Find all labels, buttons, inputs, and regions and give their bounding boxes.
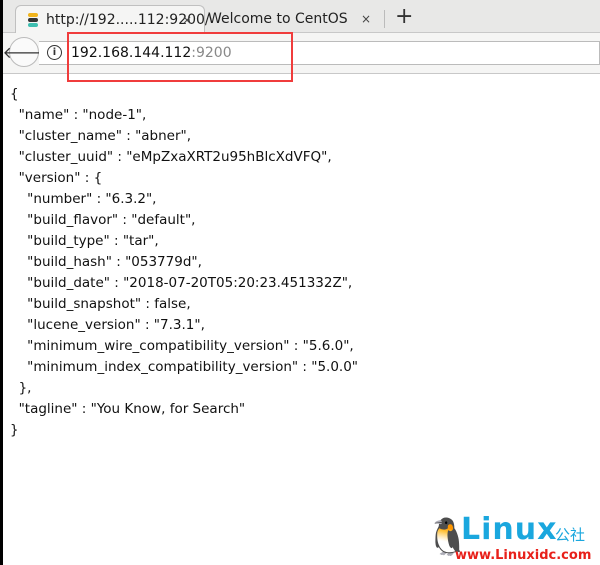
- json-line: }: [10, 422, 19, 438]
- highlight-annotation: [67, 32, 293, 82]
- json-line: "lucene_version" : "7.3.1",: [10, 317, 205, 333]
- json-line: "minimum_wire_compatibility_version" : "…: [10, 338, 354, 354]
- watermark-logo: 🐧 Linux 公社 www.Linuxidc.com: [425, 512, 600, 565]
- json-line: },: [10, 380, 32, 396]
- watermark-url: www.Linuxidc.com: [455, 548, 592, 563]
- json-line: {: [10, 86, 19, 102]
- json-line: "name" : "node-1",: [10, 107, 147, 123]
- tab-centos[interactable]: Welcome to CentOS ×: [208, 5, 383, 33]
- watermark-brand: Linux: [461, 512, 558, 547]
- elastic-favicon-icon: [28, 12, 38, 27]
- json-line: "build_snapshot" : false,: [10, 296, 191, 312]
- json-line: "build_flavor" : "default",: [10, 212, 196, 228]
- tab-bar: http://192.....112:9200/ × Welcome to Ce…: [3, 0, 600, 33]
- json-line: "version" : {: [10, 170, 103, 186]
- json-line: "cluster_uuid" : "eMpZxaXRT2u95hBlcXdVFQ…: [10, 149, 332, 165]
- new-tab-button[interactable]: +: [395, 4, 413, 29]
- json-response: { "name" : "node-1", "cluster_name" : "a…: [10, 84, 358, 441]
- tab-elasticsearch[interactable]: http://192.....112:9200/ ×: [15, 5, 210, 33]
- json-line: "tagline" : "You Know, for Search": [10, 401, 246, 417]
- close-tab-icon[interactable]: ×: [182, 13, 192, 27]
- close-tab-icon[interactable]: ×: [361, 12, 371, 26]
- tab-label: Welcome to CentOS: [208, 11, 348, 27]
- json-line: "build_hash" : "053779d",: [10, 254, 202, 270]
- info-icon[interactable]: i: [47, 45, 62, 60]
- json-line: "build_date" : "2018-07-20T05:20:23.4513…: [10, 275, 353, 291]
- window-edge: [0, 0, 3, 565]
- json-line: "minimum_index_compatibility_version" : …: [10, 359, 359, 375]
- watermark-cn: 公社: [555, 526, 586, 544]
- tab-separator: [384, 10, 385, 28]
- json-line: "number" : "6.3.2",: [10, 191, 157, 207]
- back-button[interactable]: 🡐: [3, 37, 45, 67]
- json-line: "cluster_name" : "abner",: [10, 128, 192, 144]
- json-line: "build_type" : "tar",: [10, 233, 159, 249]
